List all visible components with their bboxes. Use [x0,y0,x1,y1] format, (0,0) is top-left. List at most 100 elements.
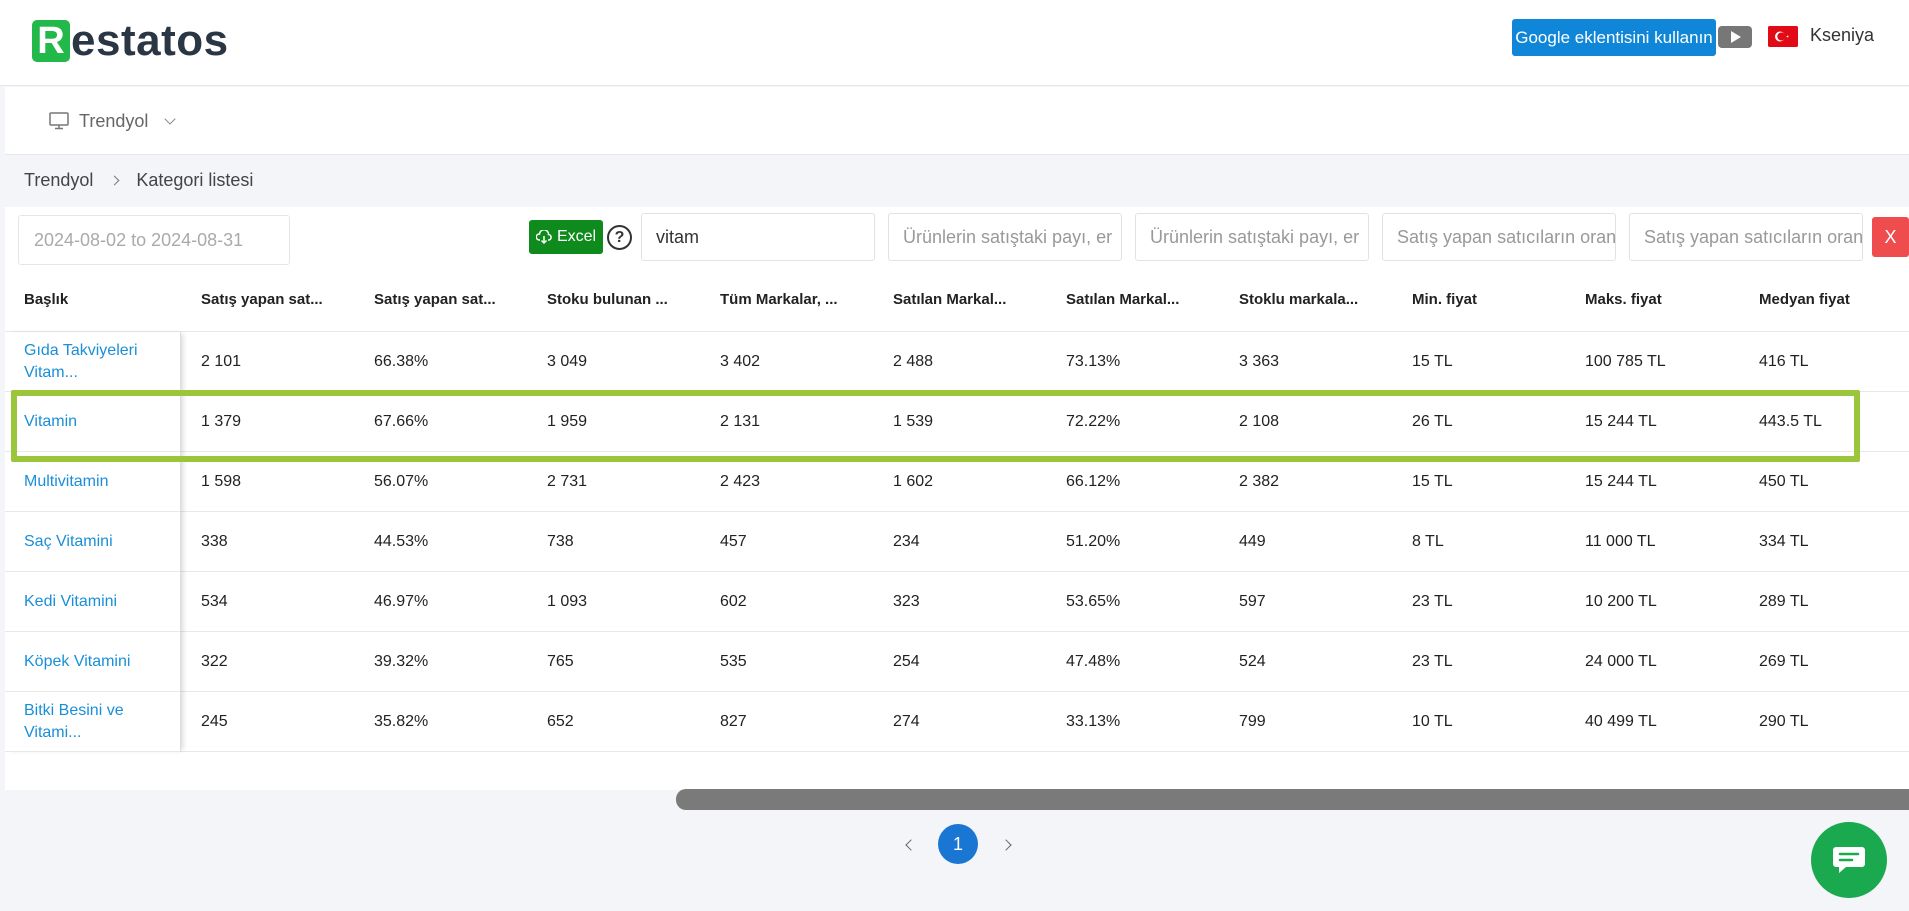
chevron-down-icon [164,112,177,125]
column-header[interactable]: Başlık [24,290,68,310]
filter-share-input-2[interactable]: Ürünlerin satıştaki payı, er [1135,213,1369,261]
table-cell: 40 499 TL [1585,713,1657,730]
table-cell: 535 [720,653,747,670]
column-header[interactable]: Satılan Markal... [893,290,1006,310]
table-cell: 66.12% [1066,473,1121,490]
table-cell: 1 379 [201,413,242,430]
row-divider [5,511,1909,512]
top-header: R estatos Google eklentisini kullanın Ks… [0,0,1909,86]
table-cell: 450 TL [1759,473,1809,490]
table-cell: 33.13% [1066,713,1121,730]
column-header[interactable]: Maks. fiyat [1585,290,1662,310]
table-cell: 53.65% [1066,593,1121,610]
row-divider [5,691,1909,692]
table-cell: 3 402 [720,353,761,370]
table-cell: 457 [720,533,747,550]
table-cell: 1 598 [201,473,242,490]
table-cell: 416 TL [1759,353,1809,370]
category-link[interactable]: Kedi Vitamini [24,591,154,613]
clear-filters-button[interactable]: X [1872,217,1909,257]
category-link[interactable]: Köpek Vitamini [24,651,154,673]
table-cell: 322 [201,653,228,670]
table-cell: 1 093 [547,593,588,610]
marketplace-select[interactable]: Trendyol [49,107,177,135]
pagination-page[interactable]: 1 [938,824,978,864]
table-cell: 72.22% [1066,413,1121,430]
table-cell: 443.5 TL [1759,413,1822,430]
excel-export-button[interactable]: Excel [529,220,603,254]
table-cell: 289 TL [1759,593,1809,610]
category-link[interactable]: Gıda Takviyeleri Vitam... [24,340,154,384]
marketplace-bar: Trendyol [5,87,1909,155]
breadcrumb-trendyol[interactable]: Trendyol [24,168,93,192]
table-cell: 24 000 TL [1585,653,1657,670]
column-header[interactable]: Medyan fiyat [1759,290,1850,310]
table-cell: 23 TL [1412,593,1453,610]
column-header[interactable]: Tüm Markalar, ... [720,290,838,310]
table-cell: 234 [893,533,920,550]
column-header[interactable]: Satış yapan sat... [374,290,496,310]
table-cell: 449 [1239,533,1266,550]
table-cell: 524 [1239,653,1266,670]
row-divider [5,451,1909,452]
table-cell: 1 539 [893,413,934,430]
pagination-prev-icon[interactable] [901,835,921,855]
row-divider [5,391,1909,392]
youtube-play-icon[interactable] [1718,26,1752,48]
table-cell: 274 [893,713,920,730]
table-cell: 652 [547,713,574,730]
table-cell: 15 244 TL [1585,413,1657,430]
horizontal-scrollbar[interactable] [676,789,1909,810]
chat-icon[interactable] [1811,822,1887,898]
table-cell: 35.82% [374,713,429,730]
date-range-input[interactable]: 2024-08-02 to 2024-08-31 [18,215,290,265]
table-cell: 254 [893,653,920,670]
table-cell: 2 488 [893,353,934,370]
table-cell: 2 131 [720,413,761,430]
table-cell: 597 [1239,593,1266,610]
column-header[interactable]: Min. fiyat [1412,290,1477,310]
excel-label: Excel [556,228,597,245]
table-cell: 46.97% [374,593,429,610]
table-cell: 534 [201,593,228,610]
filter-seller-ratio-input-1[interactable]: Satış yapan satıcıların oran [1382,213,1616,261]
category-link[interactable]: Saç Vitamini [24,531,154,553]
table-cell: 2 731 [547,473,588,490]
filter-seller-ratio-input-2[interactable]: Satış yapan satıcıların oran [1629,213,1863,261]
table-cell: 1 959 [547,413,588,430]
cloud-download-icon [535,230,552,244]
table-cell: 100 785 TL [1585,353,1666,370]
table-cell: 323 [893,593,920,610]
table-cell: 10 200 TL [1585,593,1657,610]
help-icon[interactable]: ? [607,225,632,250]
category-link[interactable]: Vitamin [24,411,154,433]
table-cell: 39.32% [374,653,429,670]
restatos-logo[interactable]: R estatos [32,18,229,64]
category-link[interactable]: Multivitamin [24,471,154,493]
table-cell: 799 [1239,713,1266,730]
table-cell: 26 TL [1412,413,1453,430]
table-cell: 3 363 [1239,353,1280,370]
google-extension-button[interactable]: Google eklentisini kullanın [1512,19,1716,56]
table-cell: 827 [720,713,747,730]
column-header[interactable]: Satış yapan sat... [201,290,323,310]
table-cell: 11 000 TL [1585,533,1656,550]
table-cell: 47.48% [1066,653,1121,670]
table-cell: 73.13% [1066,353,1121,370]
column-header[interactable]: Stoklu markala... [1239,290,1358,310]
search-input[interactable]: vitam [641,213,875,261]
monitor-icon [49,112,69,130]
table-cell: 56.07% [374,473,429,490]
table-cell: 1 602 [893,473,934,490]
user-name[interactable]: Kseniya [1810,23,1874,47]
column-header[interactable]: Stoku bulunan ... [547,290,668,310]
pagination-next-icon[interactable] [996,835,1016,855]
turkey-flag-icon[interactable] [1768,26,1798,47]
logo-text: estatos [71,16,229,65]
column-header[interactable]: Satılan Markal... [1066,290,1179,310]
table-cell: 8 TL [1412,533,1444,550]
table-cell: 15 TL [1412,473,1453,490]
logo-letter: R [32,20,70,62]
filter-share-input-1[interactable]: Ürünlerin satıştaki payı, er [888,213,1122,261]
category-link[interactable]: Bitki Besini ve Vitami... [24,700,154,744]
